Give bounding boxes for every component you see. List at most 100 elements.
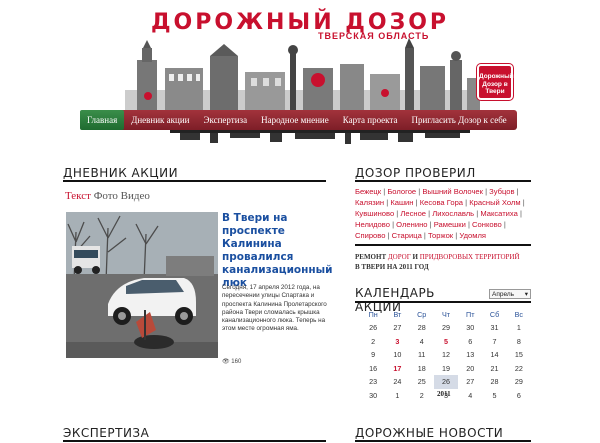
calendar-day: 4	[419, 336, 424, 346]
tab-photo[interactable]: Фото	[94, 190, 118, 202]
nav-item-home[interactable]: Главная	[80, 110, 125, 130]
calendar-day: 30	[466, 323, 475, 333]
calendar-week-row: 26 27 28 29 30 31 1	[361, 321, 531, 335]
remont-suffix: В ТВЕРИ НА 2011 ГОД	[355, 262, 429, 271]
article-views: 👁 160	[222, 358, 241, 365]
media-tabs: Текст Фото Видео	[65, 190, 150, 202]
calendar-day: 6	[468, 336, 473, 346]
city-link[interactable]: Бежецк	[355, 187, 381, 196]
calendar-day: 18	[417, 363, 426, 373]
nav-item-invite[interactable]: Пригласить Дозор к себе	[404, 110, 513, 130]
city-link[interactable]: Рамешки	[434, 220, 466, 229]
calendar-day: 15	[514, 350, 523, 360]
yard-territories-link[interactable]: ПРИДВОРОВЫХ ТЕРРИТОРИЙ	[420, 253, 520, 261]
calendar-year: 2011	[437, 390, 451, 398]
divider	[355, 301, 531, 303]
article-title-link[interactable]: В Твери на проспекте Калинина провалился…	[222, 212, 333, 290]
city-link[interactable]: Зубцов	[489, 187, 514, 196]
city-link[interactable]: Торжок	[428, 231, 453, 240]
remont-middle: И	[410, 253, 420, 261]
city-link[interactable]: Красный Холм	[469, 198, 520, 207]
calendar-day: 9	[371, 350, 376, 360]
site-logo-title[interactable]: ДОРОЖНЫЙ ДОЗОР	[0, 10, 600, 35]
nav-item-diary[interactable]: Дневник акции	[124, 110, 196, 130]
calendar-day: 22	[514, 363, 523, 373]
remont-prefix: РЕМОНТ	[355, 253, 388, 261]
weekday-header: Ср	[417, 310, 427, 319]
calendar-week-row: 9 10 11 12 13 14 15	[361, 348, 531, 362]
city-link[interactable]: Старица	[392, 231, 422, 240]
calendar-day: 16	[369, 363, 378, 373]
nav-item-public-opinion[interactable]: Народное мнение	[254, 110, 336, 130]
weekday-header: Чт	[441, 310, 451, 319]
calendar-day: 29	[441, 323, 450, 333]
city-link[interactable]: Оленино	[396, 220, 427, 229]
calendar-day: 21	[490, 363, 499, 373]
nav-item-expertise[interactable]: Экспертиза	[197, 110, 255, 130]
city-link[interactable]: Лесное	[400, 209, 426, 218]
city-link[interactable]: Удомля	[459, 231, 486, 240]
calendar-day: 1	[395, 390, 400, 400]
calendar-day: 23	[369, 377, 378, 387]
calendar-day: 27	[393, 323, 402, 333]
calendar-week-row: 23 24 25 26 27 28 29	[361, 375, 531, 389]
calendar-day[interactable]: 5	[434, 335, 458, 349]
nav-item-project-map[interactable]: Карта проекта	[336, 110, 405, 130]
calendar-day: 5	[492, 390, 497, 400]
calendar-day: 30	[369, 390, 378, 400]
city-link[interactable]: Кашин	[390, 198, 413, 207]
weekday-header: Пт	[466, 310, 475, 319]
calendar-grid: Пн Вт Ср Чт Пт Сб Вс 26 27 28 29 30 31 1 2 3 4 5 6 7…	[361, 308, 531, 402]
calendar-day: 24	[393, 377, 402, 387]
checked-section-title: ДОЗОР ПРОВЕРИЛ	[355, 166, 531, 182]
divider	[355, 244, 531, 246]
calendar-day: 27	[466, 377, 475, 387]
dorozhny-dozor-badge[interactable]: Дорожный Дозор в Твери	[477, 64, 514, 100]
calendar-day: 26	[369, 323, 378, 333]
calendar-day: 8	[516, 336, 521, 346]
calendar-day: 25	[417, 377, 426, 387]
article-photo[interactable]	[66, 212, 218, 358]
weekday-header: Вс	[514, 310, 524, 319]
calendar-day: 1	[516, 323, 521, 333]
month-select[interactable]: Апрель ▾	[489, 289, 531, 299]
calendar-day: 14	[490, 350, 499, 360]
site-header: ДОРОЖНЫЙ ДОЗОР ТВЕРСКАЯ ОБЛАСТЬ Дорожный…	[0, 0, 600, 155]
month-select-value: Апрель	[492, 291, 515, 298]
tab-video[interactable]: Видео	[121, 190, 150, 202]
city-link[interactable]: Кувшиново	[355, 209, 394, 218]
nav-item-about[interactable]: О проекте	[514, 110, 567, 130]
city-skyline-illustration	[125, 38, 480, 110]
calendar-day: 28	[490, 377, 499, 387]
city-link[interactable]: Сонково	[472, 220, 502, 229]
expertise-section-title: ЭКСПЕРТИЗА	[63, 426, 326, 442]
calendar-day[interactable]: 17	[385, 362, 409, 376]
eye-icon: 👁	[222, 359, 230, 365]
calendar-day: 4	[468, 390, 473, 400]
city-link[interactable]: Нелидово	[355, 220, 390, 229]
road-repair-heading: РЕМОНТ ДОРОГ И ПРИДВОРОВЫХ ТЕРРИТОРИЙ В …	[355, 253, 530, 272]
calendar-day: 31	[490, 323, 499, 333]
calendar-day: 2	[371, 336, 376, 346]
calendar-day: 20	[466, 363, 475, 373]
city-link[interactable]: Максатиха	[480, 209, 518, 218]
calendar-day: 29	[514, 377, 523, 387]
city-link[interactable]: Вышний Волочек	[422, 187, 483, 196]
city-link[interactable]: Калязин	[355, 198, 384, 207]
city-link[interactable]: Кесова Гора	[420, 198, 463, 207]
calendar-day: 11	[417, 350, 426, 360]
tab-text[interactable]: Текст	[65, 190, 91, 202]
calendar-day: 7	[492, 336, 497, 346]
road-news-section-title: ДОРОЖНЫЕ НОВОСТИ	[355, 426, 531, 442]
calendar-week-row: 23456 7 8	[361, 335, 531, 349]
roads-link[interactable]: ДОРОГ	[388, 253, 411, 261]
city-link[interactable]: Бологое	[387, 187, 416, 196]
city-link[interactable]: Лихославль	[432, 209, 474, 218]
city-link[interactable]: Спирово	[355, 231, 385, 240]
diary-section-title: ДНЕВНИК АКЦИИ	[63, 166, 326, 182]
chevron-down-icon: ▾	[524, 291, 528, 298]
article-summary: Сегодня, 17 апреля 2012 года, на пересеч…	[222, 284, 327, 333]
calendar-day[interactable]: 3	[385, 335, 409, 349]
weekday-header: Сб	[489, 310, 500, 319]
calendar-day: 19	[441, 363, 450, 373]
